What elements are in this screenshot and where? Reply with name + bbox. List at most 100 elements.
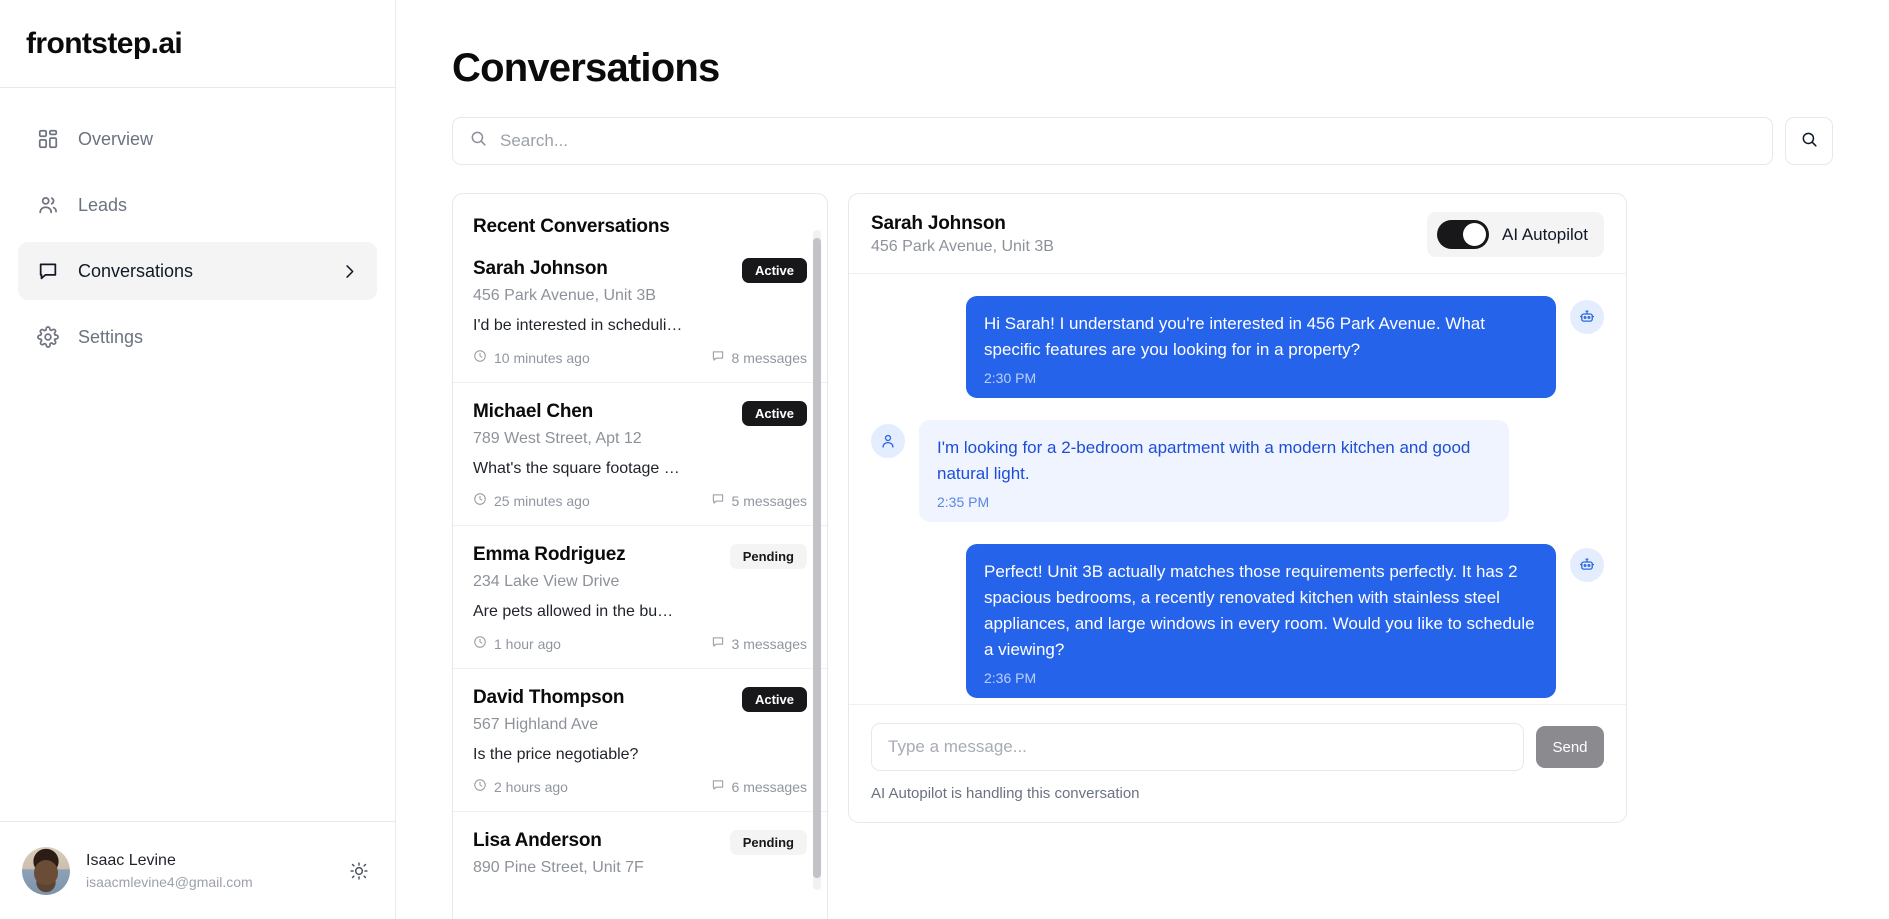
list-item-time-text: 2 hours ago — [494, 778, 568, 795]
sidebar-user-bar[interactable]: Isaac Levine isaacmlevine4@gmail.com — [0, 821, 395, 919]
search-icon — [469, 129, 488, 153]
list-item-top: Emma Rodriguez Pending — [473, 544, 807, 569]
sidebar-item-label: Overview — [78, 128, 154, 149]
sidebar-item-leads[interactable]: Leads — [18, 176, 377, 234]
ai-autopilot-toggle[interactable]: AI Autopilot — [1426, 212, 1604, 257]
status-badge: Active — [741, 401, 807, 426]
main-content: Conversations Recent Conversations — [396, 0, 1889, 919]
sidebar-item-conversations[interactable]: Conversations — [18, 242, 377, 300]
chat-bubble-icon — [711, 635, 725, 652]
sidebar-item-label: Conversations — [78, 260, 194, 281]
chat-composer: Send AI Autopilot is handling this conve… — [849, 704, 1626, 822]
sidebar-item-settings[interactable]: Settings — [18, 308, 377, 366]
status-badge: Active — [741, 258, 807, 283]
recent-conversations-heading: Recent Conversations — [473, 216, 670, 237]
status-badge: Active — [741, 687, 807, 712]
list-item-messages: 8 messages — [711, 349, 807, 366]
chat-bubble-icon — [36, 259, 60, 283]
list-item-messages: 3 messages — [711, 635, 807, 652]
list-item-name: David Thompson — [473, 687, 625, 708]
chat-header: Sarah Johnson 456 Park Avenue, Unit 3B A… — [849, 194, 1626, 274]
list-item-time: 2 hours ago — [473, 778, 568, 795]
sidebar-item-overview[interactable]: Overview — [18, 110, 377, 168]
list-item-time-text: 1 hour ago — [494, 635, 561, 652]
search-box[interactable] — [452, 117, 1773, 165]
message-bubble: I'm looking for a 2-bedroom apartment wi… — [919, 420, 1509, 522]
list-item[interactable]: Emma Rodriguez Pending 234 Lake View Dri… — [453, 525, 827, 668]
list-item-messages-text: 6 messages — [731, 778, 807, 795]
brand-logo: frontstep.ai — [26, 26, 183, 60]
list-item-preview: Is the price negotiable? — [473, 746, 639, 763]
chat-contact: Sarah Johnson 456 Park Avenue, Unit 3B — [871, 213, 1054, 256]
list-item-messages-text: 3 messages — [731, 635, 807, 652]
sun-icon[interactable] — [345, 857, 373, 885]
message-bubble: Hi Sarah! I understand you're interested… — [966, 296, 1556, 398]
list-item[interactable]: Lisa Anderson Pending 890 Pine Street, U… — [453, 811, 827, 893]
send-button[interactable]: Send — [1536, 726, 1604, 768]
user-email: isaacmlevine4@gmail.com — [86, 873, 253, 890]
list-item-preview: I'd be interested in scheduli… — [473, 317, 683, 334]
list-item-time-text: 25 minutes ago — [494, 492, 590, 509]
list-item-address: 234 Lake View Drive — [473, 573, 620, 590]
chevron-right-icon — [340, 262, 359, 281]
gear-icon — [36, 325, 60, 349]
list-item-name: Sarah Johnson — [473, 258, 608, 279]
recent-conversations-panel: Recent Conversations Sarah Johnson Activ… — [452, 193, 828, 919]
users-icon — [36, 193, 60, 217]
list-item-meta: 25 minutes ago 5 messages — [473, 492, 807, 509]
user-name: Isaac Levine — [86, 851, 176, 869]
app-root: frontstep.ai Overview Leads Conversation… — [0, 0, 1889, 919]
list-item-address: 789 West Street, Apt 12 — [473, 430, 642, 447]
chat-contact-address: 456 Park Avenue, Unit 3B — [871, 238, 1054, 255]
list-item-time: 1 hour ago — [473, 635, 561, 652]
search-input[interactable] — [500, 131, 1756, 151]
autopilot-status-note: AI Autopilot is handling this conversati… — [871, 785, 1140, 802]
sidebar-item-label: Leads — [78, 194, 128, 215]
message-input[interactable] — [871, 723, 1524, 771]
list-item-meta: 2 hours ago 6 messages — [473, 778, 807, 795]
robot-icon — [1570, 300, 1604, 334]
list-item-name: Emma Rodriguez — [473, 544, 626, 565]
list-item-messages: 5 messages — [711, 492, 807, 509]
panels: Recent Conversations Sarah Johnson Activ… — [452, 193, 1833, 919]
sidebar-nav: Overview Leads Conversations Settings — [0, 88, 395, 821]
composer-row: Send — [871, 723, 1604, 771]
list-item-top: David Thompson Active — [473, 687, 807, 712]
chat-bubble-icon — [711, 778, 725, 795]
message-text: I'm looking for a 2-bedroom apartment wi… — [937, 438, 1471, 483]
status-badge: Pending — [729, 544, 807, 569]
list-item-meta: 10 minutes ago 8 messages — [473, 349, 807, 366]
list-item-meta: 1 hour ago 3 messages — [473, 635, 807, 652]
list-item-preview: Are pets allowed in the bu… — [473, 603, 674, 620]
message-row-user: I'm looking for a 2-bedroom apartment wi… — [871, 420, 1604, 522]
list-item-top: Lisa Anderson Pending — [473, 830, 807, 855]
grid-icon — [36, 127, 60, 151]
list-item[interactable]: Michael Chen Active 789 West Street, Apt… — [453, 382, 827, 525]
toggle-switch[interactable] — [1436, 220, 1489, 249]
search-button[interactable] — [1785, 117, 1833, 165]
brand-header: frontstep.ai — [0, 0, 395, 88]
list-item-time: 10 minutes ago — [473, 349, 590, 366]
chat-bubble-icon — [711, 349, 725, 366]
message-row-bot: Perfect! Unit 3B actually matches those … — [871, 544, 1604, 698]
person-icon — [871, 424, 905, 458]
search-row — [452, 117, 1833, 165]
list-item-messages-text: 5 messages — [731, 492, 807, 509]
list-item-messages: 6 messages — [711, 778, 807, 795]
message-row-bot: Hi Sarah! I understand you're interested… — [871, 296, 1604, 398]
list-item-time: 25 minutes ago — [473, 492, 590, 509]
message-text: Hi Sarah! I understand you're interested… — [984, 314, 1485, 359]
chat-panel: Sarah Johnson 456 Park Avenue, Unit 3B A… — [848, 193, 1627, 823]
list-item-messages-text: 8 messages — [731, 349, 807, 366]
list-item-top: Michael Chen Active — [473, 401, 807, 426]
list-item-name: Michael Chen — [473, 401, 594, 422]
search-icon — [1800, 130, 1819, 152]
scrollbar-thumb[interactable] — [813, 238, 821, 878]
clock-icon — [473, 635, 487, 652]
list-item-top: Sarah Johnson Active — [473, 258, 807, 283]
message-text: Perfect! Unit 3B actually matches those … — [984, 562, 1535, 659]
list-item[interactable]: David Thompson Active 567 Highland Ave I… — [453, 668, 827, 811]
clock-icon — [473, 492, 487, 509]
list-item[interactable]: Sarah Johnson Active 456 Park Avenue, Un… — [453, 252, 827, 382]
message-bubble: Perfect! Unit 3B actually matches those … — [966, 544, 1556, 698]
